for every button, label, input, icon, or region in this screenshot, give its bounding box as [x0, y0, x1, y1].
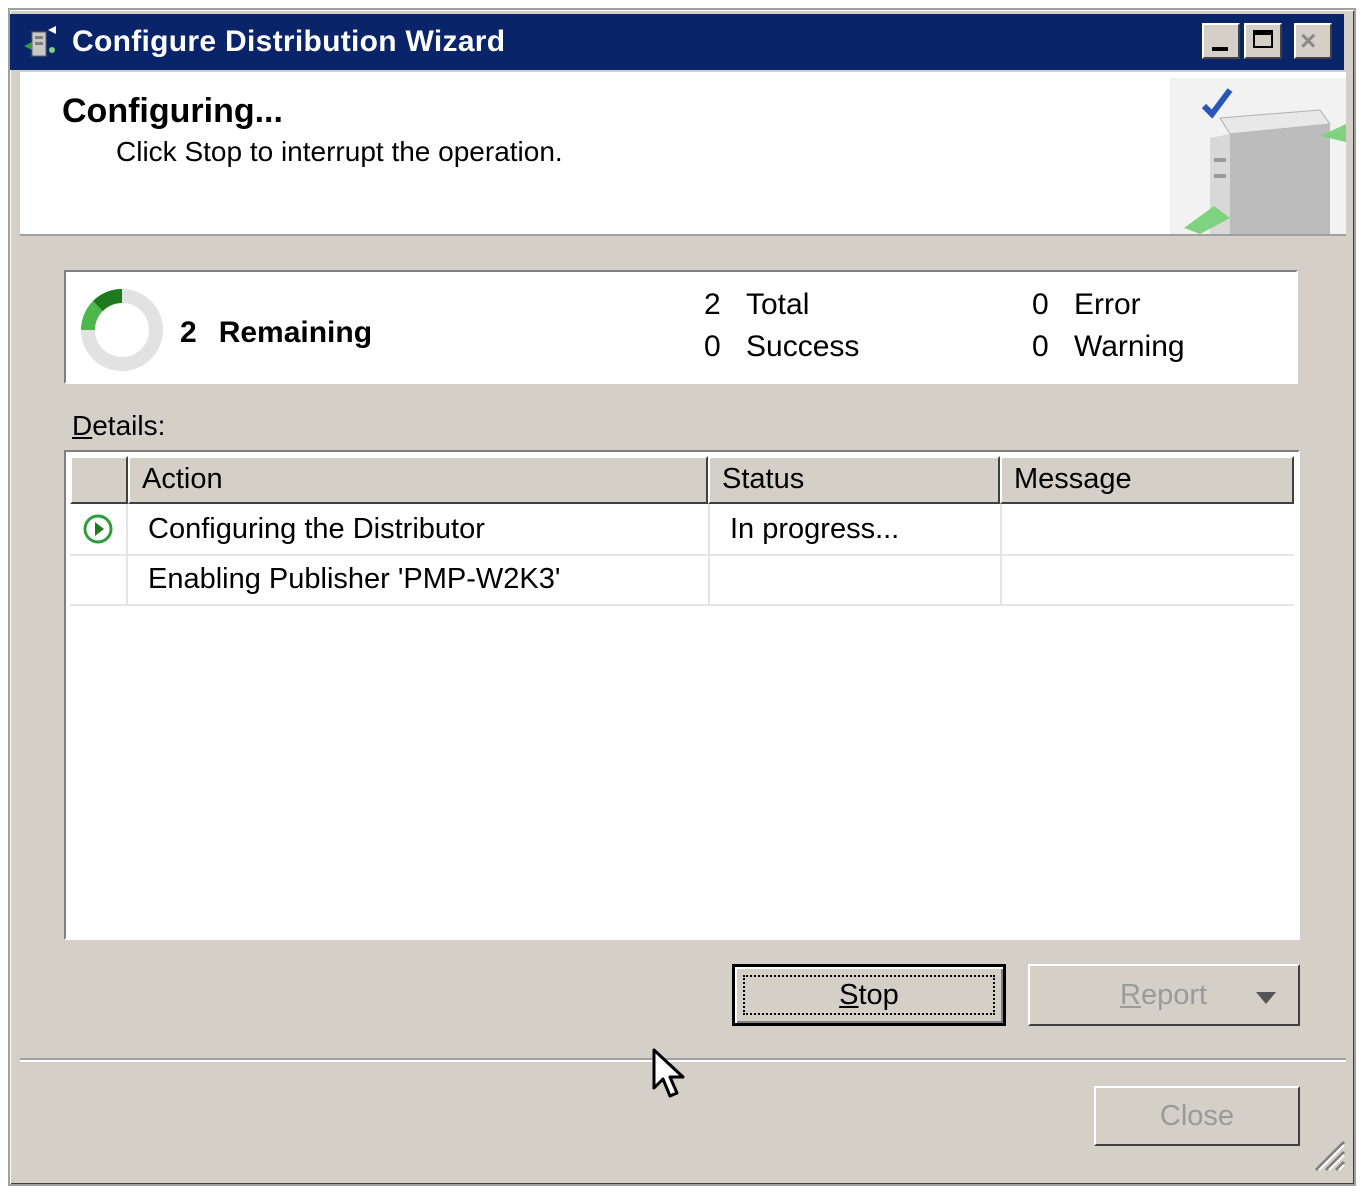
success-label: Success	[746, 330, 860, 363]
title-bar[interactable]: Configure Distribution Wizard ×	[10, 14, 1344, 70]
table-row[interactable]: Configuring the Distributor In progress.…	[70, 504, 1294, 556]
error-stat: 0 Error	[1032, 288, 1141, 322]
total-label: Total	[746, 288, 810, 321]
remaining-label: Remaining	[218, 316, 373, 349]
focus-rectangle	[743, 975, 995, 1015]
dropdown-arrow-icon[interactable]	[1256, 992, 1276, 1004]
total-count: 2	[704, 288, 721, 321]
progress-spinner-icon	[81, 289, 163, 371]
warning-label: Warning	[1074, 330, 1185, 363]
warning-count: 0	[1032, 330, 1049, 363]
details-mnemonic: D	[72, 410, 93, 441]
close-icon: ×	[1300, 25, 1317, 56]
row-icon-cell	[70, 554, 128, 604]
error-label: Error	[1074, 288, 1141, 321]
resize-grip-icon[interactable]	[1306, 1132, 1346, 1172]
row-status	[710, 554, 1002, 604]
table-row[interactable]: Enabling Publisher 'PMP-W2K3'	[70, 554, 1294, 606]
details-grid[interactable]: Action Status Message Configuring the Di…	[64, 450, 1300, 940]
minimize-icon	[1212, 47, 1228, 51]
row-action: Configuring the Distributor	[128, 504, 710, 554]
column-header-message[interactable]: Message	[1000, 456, 1294, 504]
stop-button[interactable]: Stop	[732, 964, 1006, 1026]
row-action: Enabling Publisher 'PMP-W2K3'	[128, 554, 710, 604]
in-progress-icon	[83, 514, 113, 544]
column-header-action[interactable]: Action	[128, 456, 708, 504]
minimize-button[interactable]	[1202, 23, 1240, 59]
error-count: 0	[1032, 288, 1049, 321]
details-label: Details:	[72, 410, 165, 442]
column-header-status[interactable]: Status	[708, 456, 1000, 504]
close-button[interactable]: Close	[1094, 1086, 1300, 1146]
row-status: In progress...	[710, 504, 1002, 554]
total-stat: 2 Total	[704, 288, 809, 322]
remaining-count: 2	[180, 316, 197, 349]
maximize-icon	[1253, 30, 1273, 48]
report-button[interactable]: Report	[1028, 964, 1300, 1026]
row-message	[1002, 504, 1294, 554]
progress-summary: 2 Remaining 2 Total 0 Success 0 Error 0 Warni…	[64, 270, 1298, 384]
success-stat: 0 Success	[704, 330, 859, 364]
window-title: Configure Distribution Wizard	[72, 25, 506, 58]
wizard-app-icon	[24, 26, 56, 57]
column-header-icon[interactable]	[70, 456, 128, 504]
mouse-cursor-icon	[652, 1048, 685, 1098]
server-graphic-icon	[1170, 78, 1346, 234]
warning-stat: 0 Warning	[1032, 330, 1185, 364]
page-title: Configuring...	[62, 92, 283, 130]
maximize-button[interactable]	[1244, 23, 1282, 59]
success-count: 0	[704, 330, 721, 363]
page-subtitle: Click Stop to interrupt the operation.	[116, 136, 563, 167]
remaining-counter: 2 Remaining	[180, 316, 372, 350]
wizard-header: Configuring... Click Stop to interrupt t…	[20, 72, 1346, 236]
close-window-button[interactable]: ×	[1294, 23, 1332, 59]
details-label-text: etails:	[92, 410, 166, 441]
row-message	[1002, 554, 1294, 604]
report-label-text: eport	[1140, 979, 1208, 1011]
row-icon-cell	[70, 504, 128, 554]
report-mnemonic: R	[1120, 979, 1141, 1011]
report-label: Report	[1120, 966, 1207, 1024]
